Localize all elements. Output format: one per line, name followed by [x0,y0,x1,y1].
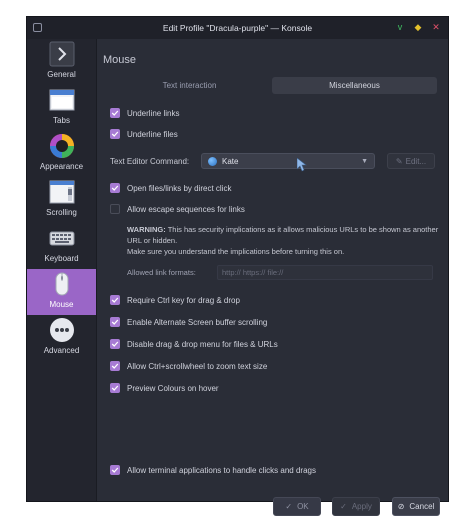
edit-profile-window: Edit Profile "Dracula-purple" — Konsole … [26,16,449,516]
security-warning: WARNING: This has security implications … [127,225,439,256]
sidebar-item-mouse[interactable]: Mouse [27,269,96,315]
sidebar-item-label: Mouse [49,300,74,309]
alternate-screen-option[interactable]: Enable Alternate Screen buffer scrolling [110,315,267,329]
underline-files-option[interactable]: Underline files [110,127,178,141]
underline-links-option[interactable]: Underline links [110,106,179,120]
checkbox-checked[interactable] [110,465,120,475]
globe-icon [208,156,217,166]
maximize-button[interactable]: ◆ [412,21,424,33]
tab-text-interaction[interactable]: Text interaction [107,77,272,94]
checkbox-checked[interactable] [110,317,120,327]
pencil-icon: ✎ [395,156,403,166]
window-title: Edit Profile "Dracula-purple" — Konsole [162,23,313,33]
option-label: Underline links [127,108,180,118]
apply-button[interactable]: ✓ Apply [332,497,380,516]
text-editor-combo[interactable]: Kate ▼ [201,153,375,169]
checkbox-unchecked[interactable] [110,204,120,214]
checkbox-checked[interactable] [110,129,120,139]
disable-dnd-menu-option[interactable]: Disable drag & drop menu for files & URL… [110,337,278,351]
option-label: Enable Alternate Screen buffer scrolling [127,317,268,327]
sidebar-item-label: Advanced [43,346,80,355]
sidebar-item-scrolling[interactable]: Scrolling [27,177,96,223]
sidebar-item-advanced[interactable]: Advanced [27,315,96,361]
option-label: Allow Ctrl+scrollwheel to zoom text size [127,361,268,371]
option-label: Underline files [127,129,178,139]
option-label: Preview Colours on hover [127,383,219,393]
mouse-cursor-icon [296,157,307,174]
check-icon: ✓ [285,502,293,511]
require-ctrl-option[interactable]: Require Ctrl key for drag & drop [110,293,240,307]
tab-miscellaneous[interactable]: Miscellaneous [272,77,437,94]
ctrl-scroll-zoom-option[interactable]: Allow Ctrl+scrollwheel to zoom text size [110,359,267,373]
scrolling-icon [49,179,75,205]
sidebar-item-general[interactable]: General [27,39,96,85]
mouse-icon [49,271,75,297]
sidebar-item-label: Keyboard [44,254,79,263]
tab-bar: Text interaction Miscellaneous [107,77,437,94]
terminal-apps-option[interactable]: Allow terminal applications to handle cl… [110,463,316,477]
appearance-icon [49,133,75,159]
sidebar-item-tabs[interactable]: Tabs [27,85,96,131]
sidebar-item-label: Appearance [39,162,84,171]
checkbox-checked[interactable] [110,183,120,193]
edit-button[interactable]: ✎ Edit... [387,153,435,169]
option-label: Allow escape sequences for links [127,204,245,214]
sidebar: General Tabs Appearance Scrolling Keyboa… [27,39,97,501]
general-icon [49,41,75,67]
checkbox-checked[interactable] [110,108,120,118]
text-editor-value: Kate [222,156,239,166]
chevron-down-icon: ▼ [361,158,368,165]
tabs-icon [49,87,75,113]
close-button[interactable]: ✕ [430,21,442,33]
checkbox-checked[interactable] [110,383,120,393]
option-label: Open files/links by direct click [127,183,232,193]
check-icon: ✓ [340,502,347,511]
checkbox-checked[interactable] [110,295,120,305]
titlebar: Edit Profile "Dracula-purple" — Konsole … [27,17,448,39]
allowed-link-formats-label: Allowed link formats: [127,268,196,277]
checkbox-checked[interactable] [110,361,120,371]
checkbox-checked[interactable] [110,339,120,349]
app-icon[interactable] [33,23,42,32]
ok-button[interactable]: ✓ OK [273,497,321,516]
cancel-button[interactable]: ⊘ Cancel [392,497,440,516]
allowed-link-formats-input[interactable]: http:// https:// file:// [217,265,433,280]
minimize-button[interactable]: v [394,21,406,33]
preview-colours-option[interactable]: Preview Colours on hover [110,381,219,395]
text-editor-label: Text Editor Command: [110,157,190,166]
content-panel: Mouse Text interaction Miscellaneous Und… [97,39,448,516]
sidebar-item-keyboard[interactable]: Keyboard [27,223,96,269]
sidebar-item-label: Tabs [53,116,70,125]
open-links-option[interactable]: Open files/links by direct click [110,181,231,195]
option-label: Allow terminal applications to handle cl… [127,465,316,475]
page-title: Mouse [103,54,137,66]
advanced-icon [49,317,75,343]
sidebar-item-label: Scrolling [46,208,77,217]
allow-escape-option[interactable]: Allow escape sequences for links [110,202,245,216]
sidebar-item-label: General [47,70,76,79]
option-label: Disable drag & drop menu for files & URL… [127,339,278,349]
option-label: Require Ctrl key for drag & drop [127,295,240,305]
cancel-icon: ⊘ [397,502,405,511]
sidebar-item-appearance[interactable]: Appearance [27,131,96,177]
keyboard-icon [49,225,75,251]
